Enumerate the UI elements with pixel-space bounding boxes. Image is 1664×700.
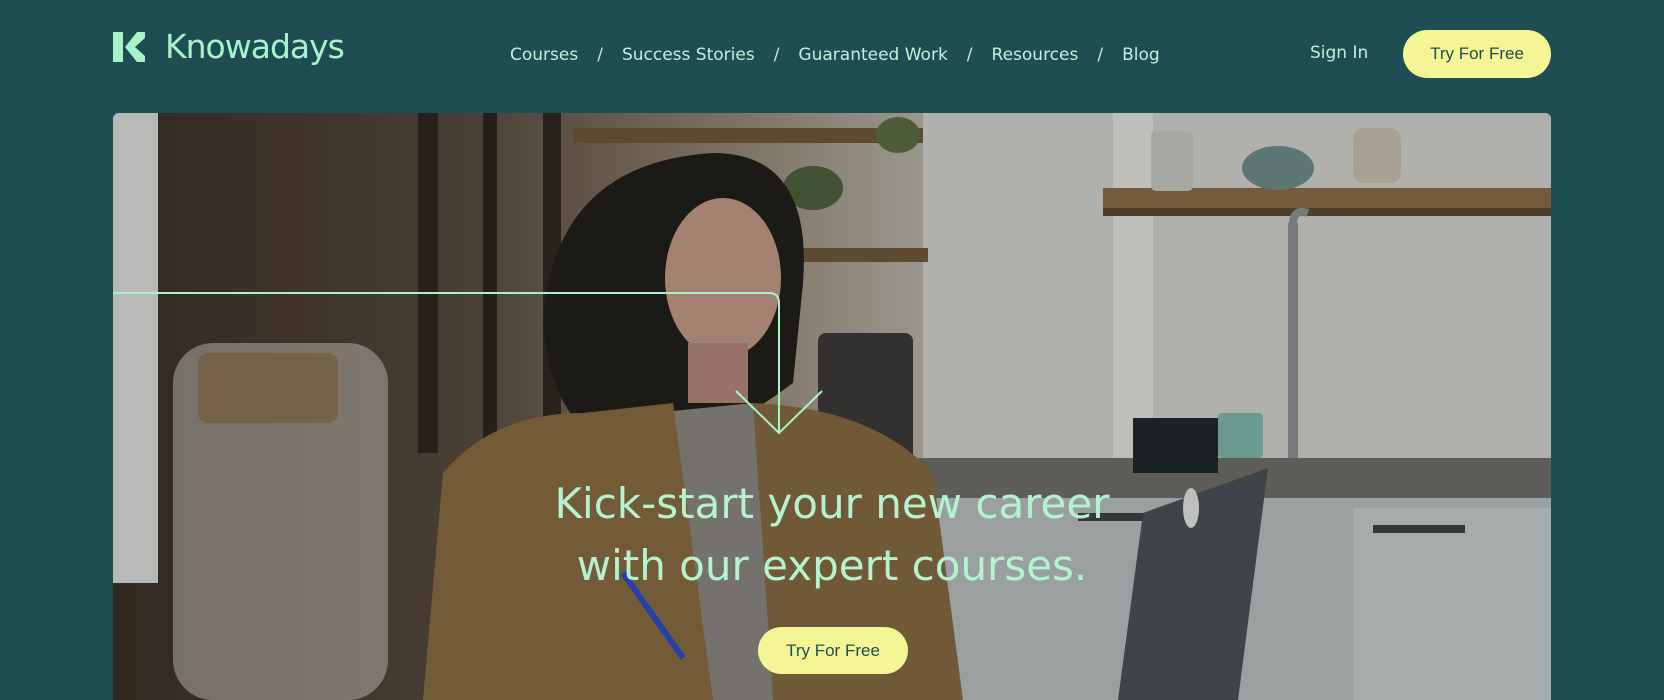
- brand-name: Knowadays: [165, 27, 345, 66]
- sign-in-link[interactable]: Sign In: [1310, 43, 1368, 63]
- hero-overlay: [113, 113, 1551, 700]
- nav-blog[interactable]: Blog: [1122, 45, 1160, 65]
- nav-separator: /: [597, 45, 603, 65]
- hero-section: Kick-start your new career with our expe…: [113, 113, 1551, 700]
- hero-headline: Kick-start your new career with our expe…: [113, 473, 1551, 597]
- nav-success-stories[interactable]: Success Stories: [622, 45, 755, 65]
- brand-logo[interactable]: Knowadays: [113, 27, 345, 66]
- hero-try-for-free-button[interactable]: Try For Free: [758, 627, 908, 674]
- header-try-for-free-button[interactable]: Try For Free: [1403, 30, 1551, 78]
- hero-headline-line-2: with our expert courses.: [576, 541, 1088, 590]
- nav-separator: /: [773, 45, 780, 65]
- nav-separator: /: [966, 45, 973, 65]
- nav-courses[interactable]: Courses: [510, 45, 578, 65]
- site-header: Knowadays Courses / Success Stories / Gu…: [0, 0, 1664, 110]
- nav-guaranteed-work[interactable]: Guaranteed Work: [798, 45, 947, 65]
- nav-resources[interactable]: Resources: [992, 45, 1079, 65]
- hero-headline-line-1: Kick-start your new career: [554, 479, 1110, 528]
- nav-separator: /: [1097, 45, 1104, 65]
- main-nav: Courses / Success Stories / Guaranteed W…: [510, 42, 1160, 68]
- k-logo-icon: [113, 31, 145, 62]
